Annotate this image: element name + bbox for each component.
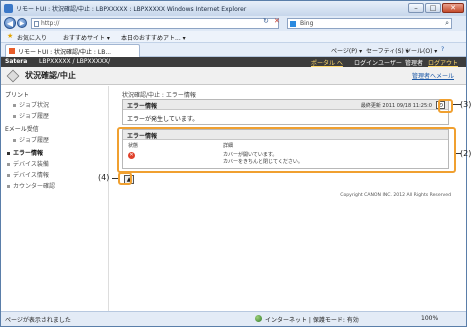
copyright: Copyright CANON INC. 2012 All Rights Res…: [340, 193, 451, 198]
page-header: 状況確認/中止 管理者へメール: [1, 67, 466, 85]
safety-menu[interactable]: セーフティ(S) ▾: [366, 46, 409, 55]
tools-menu[interactable]: ツール(O) ▾: [405, 46, 437, 55]
search-engine-label: Bing: [300, 20, 314, 27]
url-text: http://: [41, 20, 60, 27]
refresh-icon[interactable]: ↻: [263, 17, 269, 25]
tab-label: リモートUI : 状況確認/中止 : LB...: [18, 49, 112, 56]
status-icon: [6, 69, 20, 83]
sidebar-item-print-job-status[interactable]: ジョブ状況: [13, 100, 49, 109]
tab-bar: リモートUI : 状況確認/中止 : LB... ページ(P) ▾ セーフティ(…: [1, 43, 466, 57]
stop-icon[interactable]: ✕: [274, 17, 280, 25]
callout-3: (3): [460, 100, 472, 109]
sidebar-item-device-info[interactable]: デバイス情報: [7, 170, 49, 179]
help-icon[interactable]: ?: [441, 46, 444, 53]
highlight-error-detail: [117, 127, 456, 173]
window-title: リモートUI : 状況確認/中止 : LBPXXXXX : LBPXXXXX W…: [16, 6, 247, 13]
search-icon[interactable]: ⌕: [445, 19, 449, 28]
brand-name: Satera: [5, 58, 28, 65]
highlight-back: [118, 172, 132, 185]
status-bar: ページが表示されました インターネット | 保護モード: 有効 100%: [1, 311, 466, 326]
highlight-refresh: [438, 99, 453, 113]
callout-line-4: [112, 178, 118, 179]
favorites-button[interactable]: お気に入り: [17, 33, 47, 42]
page-title: 状況確認/中止: [25, 71, 76, 80]
security-zone: インターネット | 保護モード: 有効: [265, 317, 359, 324]
portal-link[interactable]: ポータル へ: [311, 58, 343, 67]
sidebar-item-error-info[interactable]: エラー情報: [7, 148, 43, 157]
zoom-level[interactable]: 100%: [421, 315, 438, 322]
error-info-header: エラー情報 最終更新 2011 09/18 11:25:0 ⟲: [123, 100, 448, 110]
device-model: LBPXXXXX / LBPXXXXX/: [39, 58, 111, 65]
logout-link[interactable]: ログアウト: [428, 58, 458, 67]
forward-button[interactable]: ▶: [17, 18, 27, 28]
sidebar-section-print: プリント: [5, 92, 30, 99]
maximize-button[interactable]: □: [425, 3, 441, 13]
sidebar-item-print-job-history[interactable]: ジョブ履歴: [13, 111, 49, 120]
status-text: ページが表示されました: [5, 317, 71, 324]
url-input[interactable]: http://: [31, 18, 279, 29]
error-info-panel: エラー情報 最終更新 2011 09/18 11:25:0 ⟲ エラーが発生して…: [122, 99, 449, 125]
error-message: エラーが発生しています。: [127, 116, 199, 123]
bing-logo-icon: [290, 21, 296, 27]
admin-label: 管理者: [405, 60, 424, 67]
sidebar-item-counter[interactable]: カウンター確認: [7, 181, 55, 190]
browser-tab[interactable]: リモートUI : 状況確認/中止 : LB...: [5, 44, 140, 57]
page-content: Satera LBPXXXXX / LBPXXXXX/ ポータル へ ログインユ…: [1, 57, 466, 311]
globe-icon: [255, 315, 262, 322]
sidebar-item-email-job-history[interactable]: ジョブ履歴: [13, 135, 49, 144]
back-button[interactable]: ◀: [4, 17, 16, 29]
sidebar: プリント ジョブ状況 ジョブ履歴 Eメール受信 ジョブ履歴 エラー情報 デバイス…: [1, 86, 109, 311]
callout-4: (4): [98, 173, 110, 182]
sidebar-section-email: Eメール受信: [5, 126, 39, 133]
search-input[interactable]: Bing ⌕: [287, 18, 452, 29]
favorites-star-icon: ★: [7, 32, 14, 40]
ie-icon: [4, 4, 13, 13]
address-bar: ◀ ▶ http:// ↻ ✕ Bing ⌕: [1, 16, 466, 31]
breadcrumb: 状況確認/中止 : エラー情報: [122, 92, 196, 99]
close-button[interactable]: ✕: [442, 3, 464, 13]
main-content: 状況確認/中止 : エラー情報 エラー情報 最終更新 2011 09/18 11…: [114, 86, 459, 311]
today-picks-button[interactable]: 本日のおすすめアト... ▾: [121, 33, 186, 42]
mail-admin-link[interactable]: 管理者へメール: [412, 71, 454, 80]
minimize-button[interactable]: –: [408, 3, 424, 13]
suggested-sites-button[interactable]: おすすめサイト ▾: [63, 33, 110, 42]
page-icon: [34, 21, 39, 27]
brand-bar: Satera LBPXXXXX / LBPXXXXX/ ポータル へ ログインユ…: [1, 57, 466, 67]
login-user-label: ログインユーザー: [354, 60, 402, 67]
callout-2: (2): [460, 149, 472, 158]
favorites-bar: ★ お気に入り おすすめサイト ▾ 本日のおすすめアト... ▾: [1, 31, 466, 43]
title-bar: リモートUI : 状況確認/中止 : LBPXXXXX : LBPXXXXX W…: [1, 1, 466, 16]
page-menu[interactable]: ページ(P) ▾: [331, 46, 362, 55]
last-updated: 最終更新 2011 09/18 11:25:0: [360, 103, 432, 109]
error-info-title: エラー情報: [127, 103, 158, 110]
sidebar-item-device-equipment[interactable]: デバイス装備: [7, 159, 49, 168]
tab-favicon-icon: [9, 48, 15, 54]
